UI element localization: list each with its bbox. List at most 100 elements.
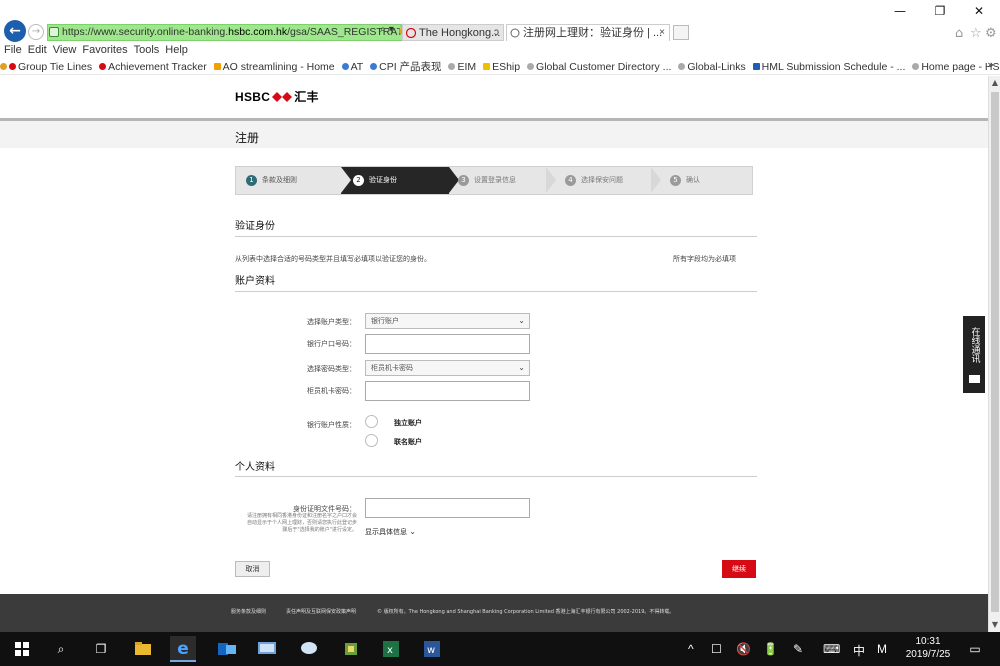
page-title: 注册 [235,131,260,145]
continue-button[interactable]: 继续 [722,560,756,578]
scroll-up-arrow[interactable]: ▲ [989,76,1000,90]
keyboard-icon[interactable]: ⌨ [823,642,840,656]
footer-link-terms[interactable]: 服务条款及细则 [231,608,266,615]
account-nature-label: 银行账户性质： [307,421,356,429]
favorites-bar: Group Tie Lines Achievement Tracker AO s… [0,59,1000,75]
single-account-radio[interactable] [365,415,378,428]
account-section-heading: 账户资料 [235,276,275,287]
atm-pin-label: 柜员机卡密码： [307,387,356,395]
menu-view[interactable]: View [53,44,77,56]
account-type-label: 选择账户类型： [307,318,356,326]
tab-hongkong[interactable]: The Hongkong... ↄ [402,24,504,41]
home-icon[interactable]: ⌂ [955,26,963,41]
fav-item[interactable]: Achievement Tracker [99,59,207,74]
tab-register[interactable]: 注册网上理财：验证身份 | ... × [506,24,670,41]
fav-item[interactable]: AT [341,59,363,74]
refresh-icon[interactable]: ↄ [494,25,499,40]
favicon [912,63,920,70]
tray-expand-icon[interactable]: ^ [688,642,694,656]
fav-item[interactable]: EIM [448,59,476,74]
fav-item[interactable]: Group Tie Lines [0,59,92,74]
tool-app-icon[interactable] [338,636,364,662]
single-account-label: 独立账户 [394,419,422,427]
step-separator [546,167,556,193]
menu-favorites[interactable]: Favorites [82,44,127,56]
pen-icon[interactable]: ✎ [793,642,803,656]
pin-type-label: 选择密码类型： [307,365,356,373]
search-icon[interactable]: ⌕ [48,636,74,662]
web-page: HSBC 汇丰 注册 1 条款及细则 2 验证身份 3 设置登录信息 4 选择保安问题 5… [0,76,988,632]
excel-icon[interactable]: x [378,636,404,662]
task-view-icon[interactable]: ❐ [88,636,114,662]
pin-type-select[interactable]: 柜员机卡密码 ⌄ [365,360,530,376]
file-explorer-icon[interactable] [130,636,156,662]
scroll-down-arrow[interactable]: ▼ [989,618,1000,632]
atm-pin-input[interactable] [365,381,530,401]
favicon [213,63,221,70]
favicon [483,63,491,70]
account-number-input[interactable] [365,334,530,354]
chevron-down-icon: ⌄ [518,363,525,372]
scroll-thumb[interactable] [991,92,999,612]
menu-help[interactable]: Help [165,44,188,56]
outlook-icon[interactable] [214,636,240,662]
internet-explorer-icon[interactable]: e [170,636,196,662]
svg-text:x: x [387,645,393,656]
word-icon[interactable]: w [419,636,445,662]
back-button[interactable]: ← [4,20,26,42]
favorites-star-icon[interactable]: ☆ [970,26,982,41]
personal-section-heading: 个人资料 [235,462,275,473]
cancel-button[interactable]: 取消 [235,561,270,577]
divider [235,291,757,292]
minimize-button[interactable]: — [885,4,915,20]
fav-item[interactable]: AO streamlining - Home [213,59,335,74]
windows-taskbar: ⌕ ❐ e x w ^ ☐ 🔇 🔋 ✎ ⌨ 中 M 10:31 2019/7/2… [0,632,1000,666]
favorites-more-button[interactable]: » [987,58,994,71]
globe-icon [406,28,416,38]
id-number-input[interactable] [365,498,530,518]
fav-item[interactable]: Global-Links [678,59,746,74]
clock-time: 10:31 [915,636,941,647]
display-app-icon[interactable] [254,636,280,662]
chevron-down-icon: ⌄ [518,316,525,325]
battery-icon[interactable]: 🔋 [763,642,778,656]
windows-start-icon[interactable] [9,636,35,662]
step-login-info: 3 设置登录信息 [458,167,516,194]
fav-item[interactable]: EShip [483,59,520,74]
site-icon [49,27,59,37]
fav-item[interactable]: Global Customer Directory ... [527,59,671,74]
footer-link-disclaimer[interactable]: 责任声明及互联网保安政策声明 [286,608,356,615]
required-note: 所有字段均为必填项 [673,255,736,263]
favicon [370,63,378,70]
restore-button[interactable]: ❐ [925,4,955,20]
menu-edit[interactable]: Edit [28,44,47,56]
chat-app-icon[interactable] [296,636,322,662]
system-clock[interactable]: 10:31 2019/7/25 [903,635,953,661]
browser-titlebar: — ❐ ✕ [0,0,1000,24]
volume-icon[interactable]: 🔇 [736,642,751,656]
svg-text:w: w [427,645,435,656]
fav-item[interactable]: HML Submission Schedule - ... [752,59,905,74]
online-chat-widget[interactable]: 在线通讯 [963,316,985,393]
fav-item[interactable]: CPI 产品表现 [370,59,442,74]
ime-chinese-indicator[interactable]: 中 [853,642,865,659]
joint-account-radio[interactable] [365,434,378,447]
forward-button[interactable]: → [28,24,44,40]
network-icon[interactable]: ☐ [711,642,722,656]
clock-date: 2019/7/25 [905,649,951,660]
favicon [527,63,535,70]
close-window-button[interactable]: ✕ [964,4,994,20]
new-tab-button[interactable] [673,25,689,40]
tab-label: The Hongkong... [419,27,501,39]
notification-icon[interactable]: ▭ [962,636,988,662]
settings-gear-icon[interactable]: ⚙ [985,26,997,41]
url-prefix: https://www.security.online-banking. [62,26,229,38]
menu-tools[interactable]: Tools [134,44,160,56]
menu-file[interactable]: File [4,44,22,56]
page-scrollbar[interactable]: ▲ ▼ [988,76,1000,632]
ime-mode-indicator[interactable]: M [877,642,887,656]
favicon [9,63,16,70]
account-type-select[interactable]: 银行账户 ⌄ [365,313,530,329]
show-details-link[interactable]: 显示具体信息 ⌄ [365,527,416,537]
close-tab-icon[interactable]: × [659,25,665,41]
